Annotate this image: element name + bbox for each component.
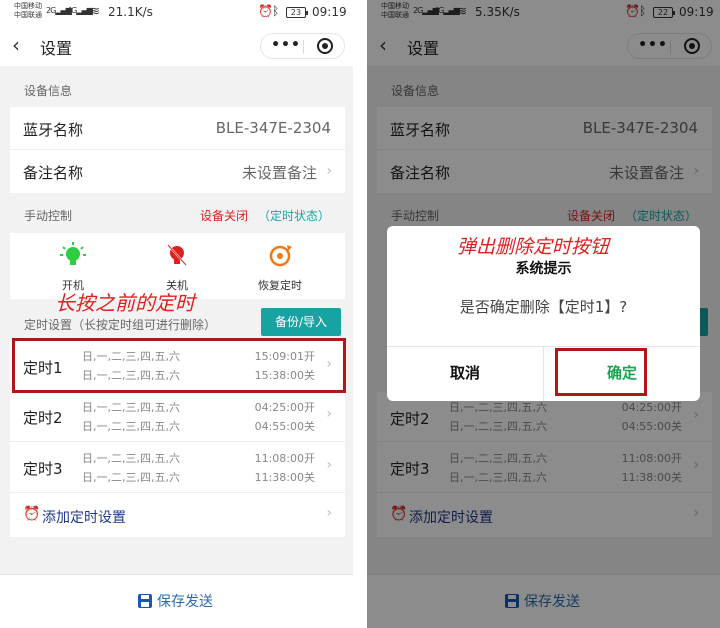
section-device-info: 设备信息 — [24, 84, 73, 98]
highlight-box — [555, 348, 647, 396]
timer-name: 定时3 — [23, 460, 63, 478]
bluetooth-name-row: 蓝牙名称 BLE-347E-2304 — [10, 107, 345, 150]
bluetooth-icon: ᛒ — [272, 4, 280, 18]
bluetooth-name-label: 蓝牙名称 — [23, 121, 84, 139]
timer-off-time: 04:55:00关 — [254, 420, 315, 433]
dialog-message: 是否确定删除【定时1】? — [459, 298, 628, 316]
status-bar: 中国移动 中国联通 2G▂▄▆ 4G▂▄▆ ≋ 21.1K/s ⏰ ᛒ 23 0… — [0, 0, 353, 26]
bulb-on-icon — [60, 242, 86, 265]
bluetooth-name-value: BLE-347E-2304 — [215, 119, 331, 137]
device-info-card: 蓝牙名称 BLE-347E-2304 备注名称 未设置备注 › — [10, 107, 345, 193]
restore-timer-button[interactable]: 恢复定时 — [240, 241, 320, 292]
close-miniapp-icon[interactable] — [317, 38, 333, 54]
timer-times: 04:25:00开 04:55:00关 — [255, 398, 315, 436]
timer-on-time: 11:08:00开 — [254, 452, 315, 465]
nav-bar: ‹ 设置 ••• — [0, 26, 353, 66]
carrier-2: 中国联通 — [14, 11, 42, 19]
power-on-button[interactable]: 开机 — [33, 241, 113, 292]
network-speed: 21.1K/s — [108, 5, 153, 19]
settings-screen-before: 中国移动 中国联通 2G▂▄▆ 4G▂▄▆ ≋ 21.1K/s ⏰ ᛒ 23 0… — [0, 0, 353, 628]
timer-on-time: 04:25:00开 — [254, 401, 315, 414]
chevron-right-icon: › — [326, 457, 332, 473]
power-off-button[interactable]: 关机 — [137, 241, 217, 292]
chevron-right-icon: › — [326, 163, 332, 179]
bulb-off-icon — [167, 244, 187, 266]
section-manual-control: 手动控制 — [24, 209, 73, 223]
remark-name-value: 未设置备注 — [241, 164, 317, 182]
chevron-right-icon: › — [326, 406, 332, 422]
timer-row-3[interactable]: 定时3 日,一,二,三,四,五,六 日,一,二,三,四,五,六 11:08:00… — [10, 442, 345, 493]
page-title: 设置 — [40, 39, 73, 58]
timer-days: 日,一,二,三,四,五,六 日,一,二,三,四,五,六 — [82, 449, 180, 487]
screen-divider — [353, 0, 367, 628]
timer-days: 日,一,二,三,四,五,六 日,一,二,三,四,五,六 — [82, 398, 180, 436]
device-status: 设备关闭 — [200, 209, 249, 223]
alarm-clock-icon: ⏰ — [23, 506, 41, 522]
timer-days-line: 日,一,二,三,四,五,六 — [82, 420, 180, 433]
annotation-text: 弹出删除定时按钮 — [457, 236, 610, 258]
save-send-button[interactable]: 保存发送 — [138, 591, 213, 611]
restore-timer-icon — [269, 245, 292, 267]
timer-days-line: 日,一,二,三,四,五,六 — [82, 401, 180, 414]
chevron-right-icon: › — [326, 505, 332, 521]
section-timer-settings: 定时设置（长按定时组可进行删除） — [24, 318, 217, 332]
timer-off-time: 11:38:00关 — [254, 471, 315, 484]
timer-name: 定时2 — [23, 409, 63, 427]
timer-times: 11:08:00开 11:38:00关 — [255, 449, 315, 487]
timer-days-line: 日,一,二,三,四,五,六 — [82, 471, 180, 484]
timer-days-line: 日,一,二,三,四,五,六 — [82, 452, 180, 465]
settings-screen-after: 中国移动 中国联通 2G▂▄▆ 4G▂▄▆ ≋ 5.35K/s ⏰ ᛒ 22 0… — [367, 0, 720, 628]
capsule-divider — [303, 40, 304, 54]
wifi-icon: ≋ — [90, 4, 101, 18]
add-timer-label: 添加定时设置 — [42, 510, 126, 526]
status-time: 09:19 — [312, 5, 347, 19]
remark-name-row[interactable]: 备注名称 未设置备注 › — [10, 150, 345, 193]
footer-bar: 保存发送 — [0, 574, 353, 628]
carrier-labels: 中国移动 中国联通 — [14, 2, 42, 20]
timer-row-2[interactable]: 定时2 日,一,二,三,四,五,六 日,一,二,三,四,五,六 04:25:00… — [10, 391, 345, 442]
miniapp-capsule: ••• — [260, 33, 345, 59]
cancel-button[interactable]: 取消 — [387, 346, 543, 401]
signal-icon: 4G▂▄▆ — [67, 6, 93, 15]
alarm-status-icon: ⏰ — [258, 4, 273, 18]
add-timer-row[interactable]: ⏰ 添加定时设置 › — [10, 493, 345, 537]
backup-import-button[interactable]: 备份/导入 — [261, 308, 341, 336]
floppy-disk-icon — [138, 594, 152, 608]
back-icon[interactable]: ‹ — [12, 33, 20, 57]
more-icon[interactable]: ••• — [271, 37, 301, 53]
restore-timer-label: 恢复定时 — [258, 279, 302, 292]
carrier-1: 中国移动 — [14, 2, 42, 10]
highlight-box — [12, 338, 346, 393]
dialog-title: 系统提示 — [515, 261, 572, 277]
remark-name-label: 备注名称 — [23, 164, 84, 182]
annotation-text: 长按之前的定时 — [55, 291, 195, 315]
save-send-label: 保存发送 — [157, 594, 213, 610]
battery-icon: 23 — [286, 7, 308, 18]
timer-status: （定时状态） — [258, 209, 331, 223]
